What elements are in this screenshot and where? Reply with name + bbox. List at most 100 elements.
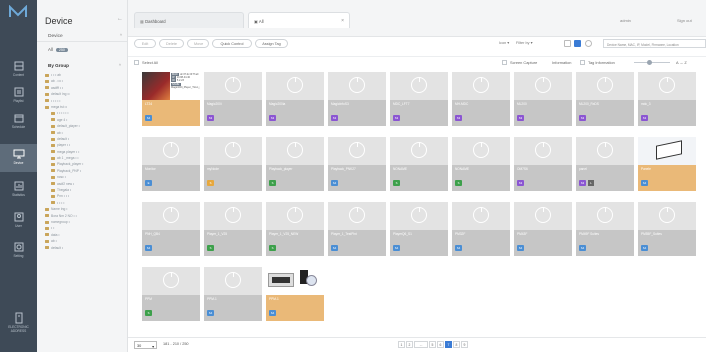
device-tile[interactable]: PM32F S4 [452,202,510,256]
screen-capture-checkbox[interactable] [502,60,507,65]
information-label[interactable]: Information [552,60,571,65]
chevron-up-icon[interactable]: ^ [120,33,122,38]
device-tile[interactable]: Magic200i S3 [204,72,262,126]
all-devices-item[interactable]: All 250 [48,47,68,52]
device-tile[interactable]: PPM S [142,267,200,321]
device-thumbnail [638,202,696,230]
rail-item-device[interactable]: Device [0,144,37,172]
device-tile[interactable]: PM55F_Suites S4 [638,202,696,256]
device-tile[interactable]: PlayerQ6_S1 S4 [390,202,448,256]
device-tile[interactable]: PM49F Suites S4 [576,202,634,256]
tree-item-label: nomegroup • [51,219,70,224]
close-icon[interactable]: × [341,18,344,24]
back-arrow-icon[interactable]: ← [117,16,123,22]
device-tile[interactable]: PM43F S4 [514,202,572,256]
page-button[interactable]: 6 [437,341,444,348]
assign-tag-button[interactable]: Assign Tag [255,39,288,48]
device-tile[interactable]: MAC: dc:37:dc:0f:7f:a0 IP: 10.88.44.40 ID:… [142,72,200,126]
folder-icon [51,182,55,186]
electronic-address-icon [15,312,22,324]
filter-dropdown[interactable]: Filter by ▾ [516,40,532,45]
tree-item[interactable]: default • [45,246,127,252]
tag-info-checkbox[interactable] [580,60,585,65]
page-button[interactable]: 8 [453,341,460,348]
sort-button[interactable]: A → Z [676,60,687,65]
device-thumbnail [390,202,448,230]
rail-item-statistics[interactable]: Statistics [0,176,37,204]
page-size-value: 30 [137,343,142,348]
device-tile[interactable]: ML200_RxDS S3 [576,72,634,126]
device-section-header[interactable]: Device ^ [37,32,127,42]
device-tile[interactable]: MH-MDC S3 [452,72,510,126]
icon-size-control[interactable]: Icon ▾ [499,40,509,45]
rail-item-playlist[interactable]: Playlist [0,82,37,110]
rail-item-setting[interactable]: Setting [0,237,37,265]
zoom-slider-handle[interactable] [647,60,652,65]
device-tile[interactable]: Magic200ia S3 [266,72,324,126]
device-tile[interactable]: NONAME S [390,137,448,191]
device-tile[interactable]: panel S3 L [576,137,634,191]
device-info-band: PlayerQ6_S1 S4 [390,230,448,256]
device-info-band: ML200_RxDS S3 [576,100,634,126]
device-tile[interactable]: PNH_QB4 S4 [142,202,200,256]
device-tile[interactable]: MagicInfoS3 S3 [328,72,386,126]
signout-link[interactable]: Sign out [677,18,692,23]
device-type-badge: S3 [331,115,338,121]
tab-label: Dashboard [145,19,166,24]
delete-button[interactable]: Delete [159,39,184,48]
tree-item-label: default • [51,245,63,250]
device-thumbnail [452,72,510,100]
user-name[interactable]: admin [620,18,631,23]
device-tile[interactable]: PPM-1 S4 [266,267,324,321]
power-icon [659,77,675,93]
device-tile[interactable]: mdc_3 S3 [638,72,696,126]
device-name: Playback_player [269,167,293,171]
chevron-down-icon: ▾ [507,41,510,45]
grid-view-button[interactable] [574,40,581,47]
device-tile[interactable]: MDC_LFT7 S3 [390,72,448,126]
quick-control-button[interactable]: Quick Control [212,39,252,48]
tag-info-label: Tag Information [588,60,615,65]
device-name: myNode [207,167,219,171]
page-button[interactable]: 1 [398,341,405,348]
device-tile[interactable]: Playback_PNK27 S4 [328,137,386,191]
device-tile[interactable]: ML200 S3 [514,72,572,126]
chevron-up-icon[interactable]: ^ [119,63,121,68]
rail-label: ADDRESS [10,328,27,333]
rail-item-schedule[interactable]: Schedule [0,108,37,136]
device-tile[interactable]: Panele S4 [638,137,696,191]
move-button[interactable]: Move [187,39,209,48]
rail-item-content[interactable]: Content [0,56,37,84]
settings-view-icon[interactable] [585,40,592,47]
device-tile[interactable]: Player_1_V25 S [204,202,262,256]
device-thumbnail [638,137,696,165]
edit-button[interactable]: Edit [134,39,156,48]
device-tile[interactable]: myNode S [204,137,262,191]
device-tile[interactable]: Monitor E [142,137,200,191]
device-tile[interactable]: Player_1_TestPlnt S4 [328,202,386,256]
folder-icon [45,80,49,84]
tree-item-label: ab 1 _mega • • [57,156,79,161]
device-tile[interactable]: Playback_player S [266,137,324,191]
page-button[interactable]: 2 [406,341,413,348]
list-view-button[interactable] [564,40,571,47]
rail-item-user[interactable]: User [0,207,37,235]
device-thumbnail [514,137,572,165]
page-button[interactable]: 9 [461,341,468,348]
rail-item-electronic[interactable]: ELECTRONIC ADDRESS [0,308,37,336]
tab-all[interactable]: ▣ All × [248,12,350,28]
device-tile[interactable]: Player_1_V25_NEW S [266,202,324,256]
tab-dashboard[interactable]: ▦ Dashboard [134,12,244,28]
tree-item-label: ncsc • [57,175,66,180]
page-button[interactable]: 5 [429,341,436,348]
select-all-checkbox[interactable] [134,60,139,65]
rail-label: Setting [13,254,24,258]
device-tile[interactable]: NONAME S [452,137,510,191]
page-button[interactable]: 7 [445,341,452,348]
zoom-slider[interactable] [634,62,670,63]
page-button[interactable]: ... [414,341,428,348]
search-input[interactable]: Device Name, MAC, IP, Model, Firmware, L… [603,39,706,48]
page-size-select[interactable]: 30 ▾ [134,341,157,349]
device-tile[interactable]: PPM-1 S4 [204,267,262,321]
device-tile[interactable]: OM7S6 S3 [514,137,572,191]
